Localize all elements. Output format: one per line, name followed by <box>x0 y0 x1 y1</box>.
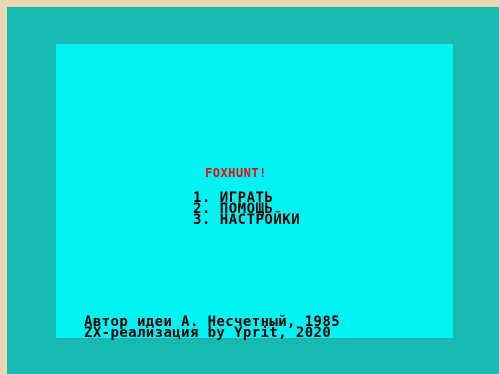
menu-item-settings[interactable]: 3. НАСТРОЙКИ <box>193 213 300 227</box>
game-title: FOXHUNT! <box>205 166 267 180</box>
credits-port: ZX-реализация by Yprit, 2020 <box>84 325 332 341</box>
